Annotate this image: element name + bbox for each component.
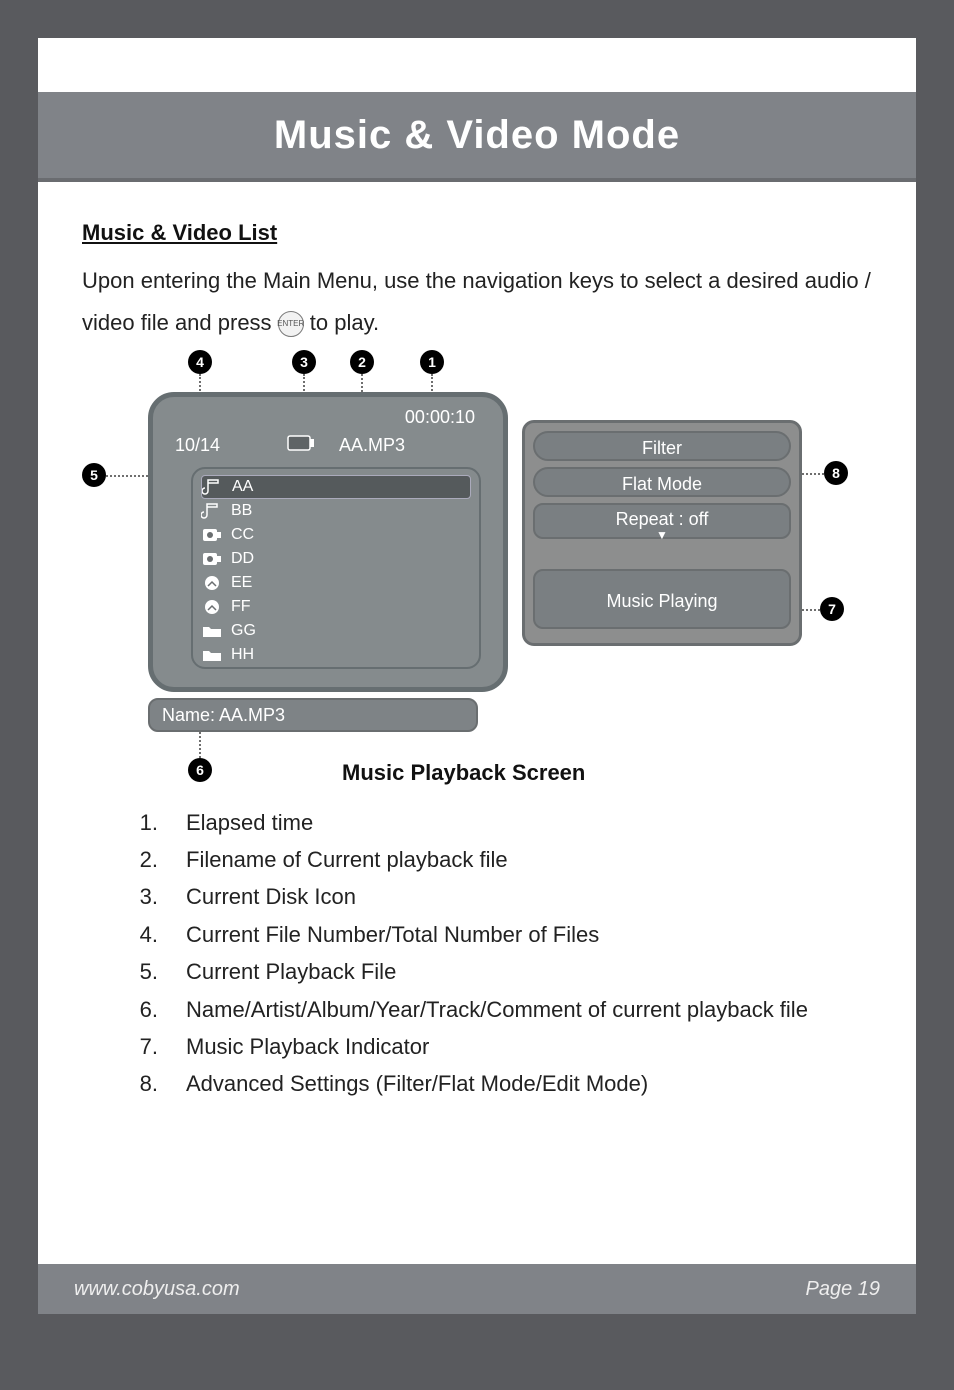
- music-icon: [201, 502, 223, 520]
- page-footer: www.cobyusa.com Page 19: [38, 1264, 916, 1314]
- legend-item: 3.Current Disk Icon: [130, 878, 872, 915]
- page-title: Music & Video Mode: [274, 113, 680, 158]
- repeat-button[interactable]: Repeat : off ▼: [533, 503, 791, 539]
- legend-item: 4.Current File Number/Total Number of Fi…: [130, 916, 872, 953]
- name-info-bar: Name: AA.MP3: [148, 698, 478, 732]
- flat-mode-button[interactable]: Flat Mode: [533, 467, 791, 497]
- file-row[interactable]: BB: [201, 499, 471, 523]
- callout-8: 8: [824, 461, 848, 485]
- legend-item: 7.Music Playback Indicator: [130, 1028, 872, 1065]
- file-row[interactable]: GG: [201, 619, 471, 643]
- intro-suffix: to play.: [310, 310, 379, 335]
- file-name: AA: [232, 478, 253, 496]
- image-icon: [201, 574, 223, 592]
- name-label: Name:: [162, 705, 215, 725]
- footer-page: Page 19: [805, 1278, 880, 1301]
- callout-3: 3: [292, 350, 316, 374]
- legend-item: 8.Advanced Settings (Filter/Flat Mode/Ed…: [130, 1065, 872, 1102]
- file-name: BB: [231, 502, 252, 520]
- file-name: EE: [231, 574, 252, 592]
- leader-6: [199, 732, 201, 758]
- file-name: FF: [231, 598, 251, 616]
- music-icon: [202, 478, 224, 496]
- filter-button[interactable]: Filter: [533, 431, 791, 461]
- section-heading: Music & Video List: [82, 220, 872, 246]
- elapsed-time: 00:00:10: [405, 407, 475, 428]
- footer-url: www.cobyusa.com: [74, 1278, 240, 1301]
- file-counter: 10/14: [175, 435, 220, 456]
- file-name: HH: [231, 646, 254, 664]
- file-name: GG: [231, 622, 256, 640]
- callout-1: 1: [420, 350, 444, 374]
- name-value: AA.MP3: [219, 705, 285, 725]
- legend-item: 2.Filename of Current playback file: [130, 841, 872, 878]
- file-row[interactable]: EE: [201, 571, 471, 595]
- current-filename: AA.MP3: [339, 435, 405, 456]
- file-row[interactable]: AA: [201, 475, 471, 499]
- playback-diagram: 4 3 2 1 5 8 7 6 00:00:10 10/14: [82, 354, 872, 784]
- file-row[interactable]: DD: [201, 547, 471, 571]
- legend-item: 6.Name/Artist/Album/Year/Track/Comment o…: [130, 991, 872, 1028]
- chevron-down-icon: ▼: [535, 531, 789, 539]
- settings-panel: Filter Flat Mode Repeat : off ▼ Music Pl…: [522, 420, 802, 646]
- image-icon: [201, 598, 223, 616]
- callout-2: 2: [350, 350, 374, 374]
- file-row[interactable]: CC: [201, 523, 471, 547]
- enter-key-icon: ENTER: [278, 311, 304, 337]
- intro-prefix: Upon entering the Main Menu, use the nav…: [82, 268, 871, 335]
- music-playing-indicator: Music Playing: [533, 569, 791, 629]
- diagram-caption: Music Playback Screen: [342, 760, 585, 786]
- content-area: Music & Video List Upon entering the Mai…: [82, 220, 872, 1103]
- callout-4: 4: [188, 350, 212, 374]
- repeat-value: : off: [679, 509, 709, 529]
- file-name: DD: [231, 550, 254, 568]
- video-icon: [201, 550, 223, 568]
- callout-6: 6: [188, 758, 212, 782]
- legend-item: 5.Current Playback File: [130, 953, 872, 990]
- folder-icon: [201, 622, 223, 640]
- video-icon: [201, 526, 223, 544]
- folder-icon: [201, 646, 223, 664]
- intro-paragraph: Upon entering the Main Menu, use the nav…: [82, 260, 872, 344]
- legend-list: 1.Elapsed time 2.Filename of Current pla…: [82, 804, 872, 1103]
- file-name: CC: [231, 526, 254, 544]
- title-band: Music & Video Mode: [38, 92, 916, 182]
- document-page: Music & Video Mode Music & Video List Up…: [38, 38, 916, 1314]
- disk-icon: [287, 433, 315, 453]
- device-screen: 00:00:10 10/14 AA.MP3 AA BB: [148, 392, 508, 692]
- callout-5: 5: [82, 463, 106, 487]
- file-row[interactable]: HH: [201, 643, 471, 667]
- legend-item: 1.Elapsed time: [130, 804, 872, 841]
- callout-7: 7: [820, 597, 844, 621]
- file-row[interactable]: FF: [201, 595, 471, 619]
- file-list: AA BB CC DD: [191, 467, 481, 669]
- repeat-label: Repeat: [616, 509, 674, 529]
